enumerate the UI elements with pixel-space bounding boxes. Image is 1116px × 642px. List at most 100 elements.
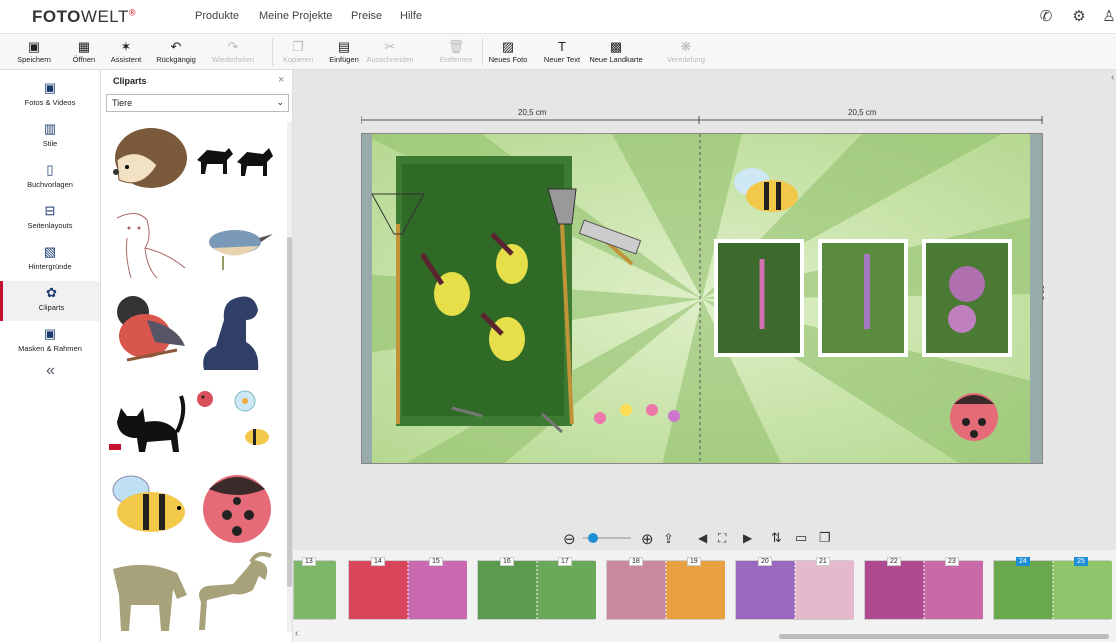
collapse-sidebar-icon[interactable]: «	[46, 362, 55, 380]
zoom-out-icon[interactable]: ⊖	[563, 530, 576, 548]
clipart-goat[interactable]	[193, 550, 277, 634]
spread-background	[362, 134, 1042, 463]
background-icon: ▧	[43, 244, 57, 259]
finish-icon: ❋	[680, 39, 692, 54]
category-select-value: Tiere	[112, 98, 133, 108]
page-number: 17	[558, 557, 572, 566]
clipart-dog-silhouette[interactable]	[196, 290, 272, 374]
gear-icon[interactable]: ⚙	[1070, 8, 1088, 26]
clipart-ladybug[interactable]	[193, 465, 277, 547]
nav-hilfe[interactable]: Hilfe	[400, 10, 422, 22]
dimension-line	[361, 116, 1043, 124]
toolbar-label: Neuer Text	[543, 55, 581, 64]
undo-icon: ↶	[170, 39, 182, 54]
toolbar-label: Wiederholen	[211, 55, 255, 64]
page-thumbnail[interactable]: 18 19	[606, 557, 725, 620]
clipart-cat[interactable]	[107, 382, 191, 454]
zoom-slider-knob[interactable]	[587, 533, 598, 543]
page-thumbnail[interactable]: 20 21	[735, 557, 854, 620]
toolbar-label: Entfernen	[439, 55, 473, 64]
left-sidebar: ▣ Fotos & Videos ▥ Stile ▯ Buchvorlagen ⊟ Seite…	[0, 70, 101, 642]
new-photo-icon: ▨	[501, 39, 515, 54]
page-number: 25	[1074, 557, 1088, 566]
page-thumbnail[interactable]: 16 17	[477, 557, 596, 620]
fullscreen-icon[interactable]: ⛶	[718, 531, 726, 546]
photobook-spread[interactable]	[361, 133, 1043, 464]
panel-title: Cliparts	[113, 76, 147, 86]
book-icon: ▯	[46, 162, 54, 177]
redo-icon: ↷	[227, 39, 239, 54]
toolbar-wiederholen-button[interactable]: ↷ Wiederholen	[203, 38, 263, 68]
sidebar-item-fotos-videos[interactable]: ▣ Fotos & Videos	[0, 76, 100, 116]
toolbar-neues-foto-button[interactable]: ▨ Neues Foto	[478, 38, 538, 68]
sidebar-item-buchvorlagen[interactable]: ▯ Buchvorlagen	[0, 158, 100, 198]
toolbar-neue-landkarte-button[interactable]: ▩ Neue Landkarte	[586, 38, 646, 68]
clipart-icon: ✿	[46, 285, 57, 300]
sidebar-item-cliparts[interactable]: ✿ Cliparts	[0, 281, 100, 321]
toolbar-entfernen-button[interactable]: 🗑 Entfernen	[426, 38, 486, 68]
editor-canvas[interactable]: 20,5 cm 20,5 cm 20,5 cm	[293, 70, 1116, 550]
toolbar-ausschneiden-button[interactable]: ✂ Ausschneiden	[360, 38, 420, 68]
sidebar-item-seitenlayouts[interactable]: ⊟ Seitenlayouts	[0, 199, 100, 239]
phone-icon[interactable]: ✆	[1037, 8, 1055, 26]
expand-right-icon[interactable]: ‹	[1111, 72, 1114, 83]
swap-pages-icon[interactable]: ⇅	[771, 530, 782, 546]
panel-scrollbar[interactable]	[287, 122, 292, 632]
nav-produkte[interactable]: Produkte	[195, 10, 239, 22]
strip-scrollbar[interactable]	[779, 634, 1109, 639]
clipart-hedgehog[interactable]	[107, 120, 189, 200]
fit-icon[interactable]: ⇪	[663, 531, 674, 547]
page-number: 14	[371, 557, 385, 566]
sidebar-item-hintergründe[interactable]: ▧ Hintergründe	[0, 240, 100, 280]
user-icon[interactable]: ♙	[1100, 8, 1116, 26]
toolbar-label: Ausschneiden	[366, 55, 414, 64]
sidebar-item-label: Seitenlayouts	[27, 221, 73, 230]
toolbar-label: Veredelung	[667, 55, 705, 64]
next-page-icon[interactable]: ▶	[743, 531, 752, 545]
page-number: 22	[887, 557, 901, 566]
fotowelt-logo[interactable]: FOTOWELT®	[32, 7, 136, 27]
strip-scroll-left-icon[interactable]: ‹	[295, 628, 298, 639]
styles-icon: ▥	[43, 121, 57, 136]
close-icon[interactable]: ×	[278, 74, 284, 86]
clipart-bee[interactable]	[107, 468, 191, 540]
sidebar-item-masken-rahmen[interactable]: ▣ Masken & Rahmen	[0, 322, 100, 362]
nav-meine-projekte[interactable]: Meine Projekte	[259, 10, 332, 22]
page-thumbnail[interactable]: 13	[293, 557, 412, 620]
sidebar-item-label: Buchvorlagen	[27, 180, 73, 189]
sidebar-item-label: Fotos & Videos	[24, 98, 76, 107]
sidebar-item-label: Stile	[42, 139, 58, 148]
nav-preise[interactable]: Preise	[351, 10, 382, 22]
zoom-in-icon[interactable]: ⊕	[641, 530, 654, 548]
toolbar-veredelung-button[interactable]: ❋ Veredelung	[656, 38, 716, 68]
cut-icon: ✂	[384, 39, 396, 54]
panel-scroll-thumb[interactable]	[287, 237, 292, 587]
toolbar-rückgängig-button[interactable]: ↶ Rückgängig	[146, 38, 206, 68]
new-text-icon: T	[558, 39, 566, 54]
page-number: 21	[816, 557, 830, 566]
clipart-horses[interactable]	[193, 140, 277, 180]
toolbar-label: Neue Landkarte	[589, 55, 643, 64]
page-number: 13	[302, 557, 316, 566]
page-thumbnail[interactable]: 14 15	[348, 557, 467, 620]
toolbar-label: Rückgängig	[156, 55, 196, 64]
clipart-cow[interactable]	[107, 555, 191, 635]
sidebar-item-stile[interactable]: ▥ Stile	[0, 117, 100, 157]
page-number: 16	[500, 557, 514, 566]
category-select[interactable]: Tiere ⌄	[106, 94, 289, 112]
clipart-ladybug-flower-bee[interactable]	[193, 385, 277, 451]
clipart-bullfinch[interactable]	[107, 290, 191, 374]
toolbar-neuer-text-button[interactable]: T Neuer Text	[532, 38, 592, 68]
toolbar-label: Neues Foto	[488, 55, 528, 64]
prev-page-icon[interactable]: ◀	[698, 531, 707, 545]
zoom-slider[interactable]	[583, 533, 631, 543]
clipart-panel: Cliparts × Tiere ⌄	[101, 70, 293, 642]
page-thumbnail[interactable]: 24 25	[993, 557, 1112, 620]
toolbar: ▣ Speichern ▦ Öffnen ✶ Assistent ↶ Rückgängig ↷ W…	[0, 34, 1116, 70]
clipart-dog-sketch[interactable]	[107, 208, 191, 282]
clipart-nuthatch[interactable]	[193, 220, 277, 274]
ruler-icon[interactable]: ▭	[795, 530, 807, 546]
page-thumbnail[interactable]: 22 23	[864, 557, 983, 620]
page-number: 15	[429, 557, 443, 566]
layers-icon[interactable]: ❐	[819, 530, 831, 546]
